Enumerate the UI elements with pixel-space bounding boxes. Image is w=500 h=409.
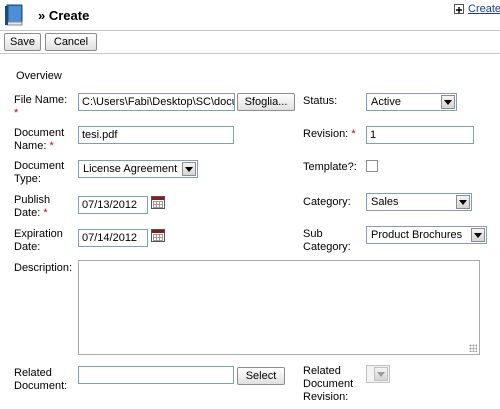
- chevron-down-icon: [456, 195, 470, 209]
- revision-field[interactable]: 1: [366, 126, 474, 144]
- chevron-down-icon: [374, 367, 388, 381]
- expiration-date-label: Expiration Date:: [14, 228, 63, 253]
- calendar-icon[interactable]: [151, 196, 165, 209]
- select-button[interactable]: Select: [237, 367, 285, 385]
- revision-label: Revision: *: [303, 128, 356, 140]
- related-document-field[interactable]: [78, 366, 234, 384]
- calendar-icon[interactable]: [151, 229, 165, 242]
- description-textarea[interactable]: [78, 260, 480, 355]
- document-type-value: License Agreement: [83, 163, 178, 175]
- section-title: Overview: [16, 70, 62, 82]
- template-checkbox[interactable]: [366, 160, 378, 172]
- status-value: Active: [371, 96, 401, 108]
- category-select[interactable]: Sales: [366, 193, 472, 211]
- sub-category-value: Product Brochures: [371, 229, 463, 241]
- expiration-date-field[interactable]: 07/14/2012: [78, 229, 148, 247]
- toolbar-divider: [0, 53, 500, 54]
- document-name-field[interactable]: tesi.pdf: [78, 126, 234, 144]
- related-document-revision-label: Related Document Revision:: [303, 365, 354, 403]
- related-document-label: Related Document:: [14, 367, 68, 392]
- resize-handle-icon[interactable]: [469, 344, 477, 352]
- sub-category-select[interactable]: Product Brochures: [366, 226, 487, 244]
- publish-date-field[interactable]: 07/13/2012: [78, 196, 148, 214]
- status-label: Status:: [303, 95, 338, 107]
- document-name-label: Document Name: *: [14, 127, 65, 152]
- create-link[interactable]: Create: [468, 3, 500, 15]
- chevron-down-icon: [441, 95, 455, 109]
- header-divider: [0, 30, 500, 31]
- template-label: Template?:: [303, 161, 357, 173]
- document-type-label: Document Type:: [14, 160, 65, 185]
- chevron-down-icon: [471, 228, 485, 242]
- description-label: Description:: [14, 262, 73, 274]
- related-revision-select[interactable]: [366, 365, 390, 383]
- file-name-field[interactable]: C:\Users\Fabi\Desktop\SC\docu: [78, 93, 235, 111]
- status-select[interactable]: Active: [366, 93, 457, 111]
- category-label: Category:: [303, 196, 351, 208]
- category-value: Sales: [371, 196, 399, 208]
- browse-button[interactable]: Sfoglia...: [237, 93, 295, 111]
- book-icon: [4, 3, 26, 27]
- publish-date-label: Publish Date: *: [14, 194, 51, 219]
- save-button[interactable]: Save: [4, 33, 41, 51]
- chevron-down-icon: [182, 162, 196, 176]
- cancel-button[interactable]: Cancel: [45, 33, 97, 51]
- plus-icon[interactable]: [454, 4, 464, 14]
- file-name-label: File Name: *: [14, 94, 68, 119]
- page-title: » Create: [38, 8, 90, 23]
- document-type-select[interactable]: License Agreement: [78, 160, 198, 178]
- sub-category-label: Sub Category:: [303, 228, 351, 253]
